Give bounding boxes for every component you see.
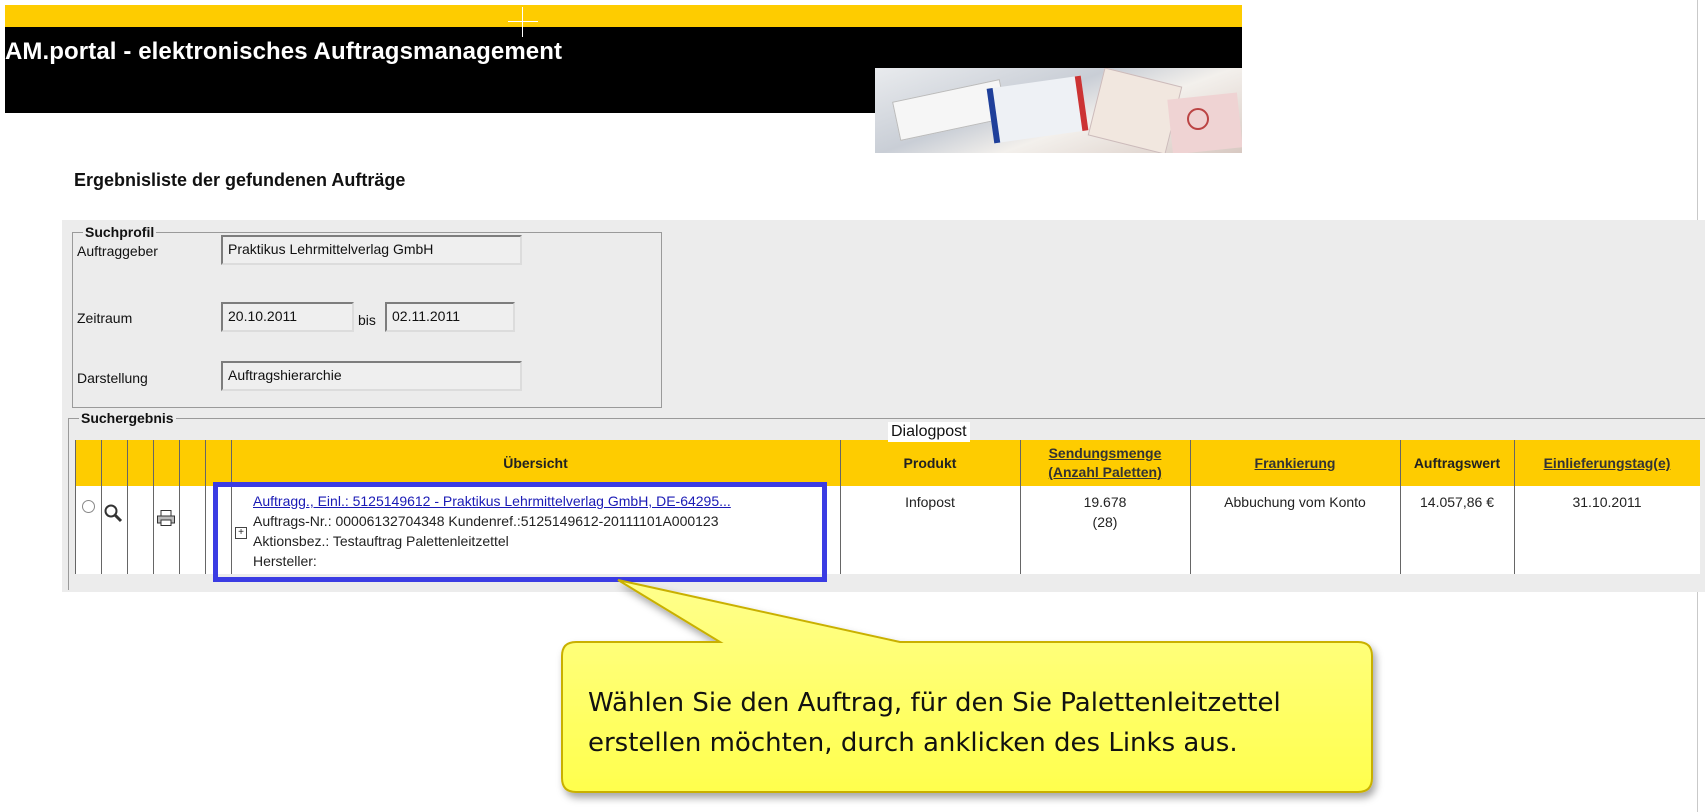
callout-text: Wählen Sie den Auftrag, für den Sie Pale… (588, 683, 1288, 763)
callout-line-2: erstellen möchten, durch anklicken des L… (588, 728, 1238, 758)
callout-line-1: Wählen Sie den Auftrag, für den Sie Pale… (588, 688, 1281, 718)
